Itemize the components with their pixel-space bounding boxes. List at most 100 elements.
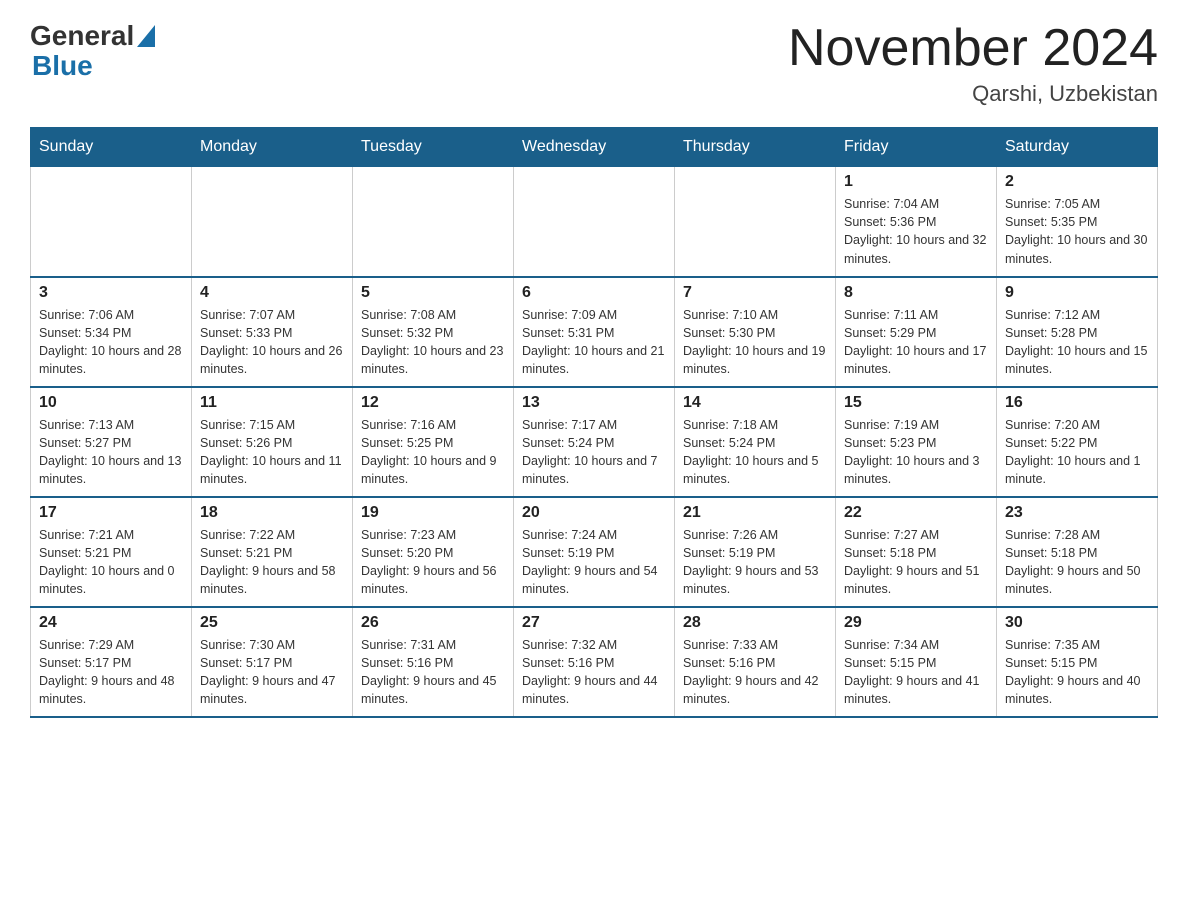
table-row: 9 Sunrise: 7:12 AMSunset: 5:28 PMDaylight… [997, 277, 1158, 387]
table-row: 5 Sunrise: 7:08 AMSunset: 5:32 PMDaylight… [353, 277, 514, 387]
day-number: 11 [200, 394, 344, 412]
day-number: 24 [39, 614, 183, 632]
title-area: November 2024 Qarshi, Uzbekistan [788, 20, 1158, 107]
day-info: Sunrise: 7:11 AMSunset: 5:29 PMDaylight:… [844, 306, 988, 379]
day-info: Sunrise: 7:17 AMSunset: 5:24 PMDaylight:… [522, 416, 666, 489]
calendar-week-row: 24Sunrise: 7:29 AMSunset: 5:17 PMDayligh… [31, 607, 1158, 717]
table-row [31, 167, 192, 277]
day-info: Sunrise: 7:27 AMSunset: 5:18 PMDaylight:… [844, 526, 988, 599]
day-info: Sunrise: 7:21 AMSunset: 5:21 PMDaylight:… [39, 526, 183, 599]
page-header: General Blue November 2024 Qarshi, Uzbek… [30, 20, 1158, 107]
table-row: 13Sunrise: 7:17 AMSunset: 5:24 PMDayligh… [514, 387, 675, 497]
day-info: Sunrise: 7:15 AMSunset: 5:26 PMDaylight:… [200, 416, 344, 489]
day-number: 17 [39, 504, 183, 522]
day-number: 19 [361, 504, 505, 522]
calendar-week-row: 3Sunrise: 7:06 AMSunset: 5:34 PMDaylight… [31, 277, 1158, 387]
day-number: 6 [522, 284, 666, 302]
calendar-header-row: Sunday Monday Tuesday Wednesday Thursday… [31, 128, 1158, 167]
day-number: 14 [683, 394, 827, 412]
day-number: 15 [844, 394, 988, 412]
day-number: 10 [39, 394, 183, 412]
day-info: Sunrise: 7:33 AMSunset: 5:16 PMDaylight:… [683, 636, 827, 709]
table-row: 8 Sunrise: 7:11 AMSunset: 5:29 PMDaylight… [836, 277, 997, 387]
day-info: Sunrise: 7:08 AMSunset: 5:32 PMDaylight:… [361, 306, 505, 379]
day-number: 4 [200, 284, 344, 302]
day-info: Sunrise: 7:05 AMSunset: 5:35 PMDaylight:… [1005, 195, 1149, 268]
table-row: 28 Sunrise: 7:33 AMSunset: 5:16 PMDayligh… [675, 607, 836, 717]
calendar-week-row: 1Sunrise: 7:04 AMSunset: 5:36 PMDaylight… [31, 167, 1158, 277]
table-row: 24Sunrise: 7:29 AMSunset: 5:17 PMDayligh… [31, 607, 192, 717]
day-info: Sunrise: 7:26 AMSunset: 5:19 PMDaylight:… [683, 526, 827, 599]
col-monday: Monday [192, 128, 353, 167]
day-info: Sunrise: 7:24 AMSunset: 5:19 PMDaylight:… [522, 526, 666, 599]
logo-general-text: General [30, 20, 134, 52]
table-row: 29 Sunrise: 7:34 AMSunset: 5:15 PMDayligh… [836, 607, 997, 717]
day-number: 5 [361, 284, 505, 302]
table-row: 1Sunrise: 7:04 AMSunset: 5:36 PMDaylight… [836, 167, 997, 277]
day-info: Sunrise: 7:23 AMSunset: 5:20 PMDaylight:… [361, 526, 505, 599]
day-number: 8 [844, 284, 988, 302]
table-row: 23Sunrise: 7:28 AMSunset: 5:18 PMDayligh… [997, 497, 1158, 607]
day-info: Sunrise: 7:06 AMSunset: 5:34 PMDaylight:… [39, 306, 183, 379]
day-info: Sunrise: 7:31 AMSunset: 5:16 PMDaylight:… [361, 636, 505, 709]
day-number: 28 [683, 614, 827, 632]
col-tuesday: Tuesday [353, 128, 514, 167]
table-row: 6 Sunrise: 7:09 AMSunset: 5:31 PMDaylight… [514, 277, 675, 387]
day-info: Sunrise: 7:19 AMSunset: 5:23 PMDaylight:… [844, 416, 988, 489]
day-number: 22 [844, 504, 988, 522]
day-number: 7 [683, 284, 827, 302]
day-info: Sunrise: 7:18 AMSunset: 5:24 PMDaylight:… [683, 416, 827, 489]
col-thursday: Thursday [675, 128, 836, 167]
day-info: Sunrise: 7:28 AMSunset: 5:18 PMDaylight:… [1005, 526, 1149, 599]
calendar-title: November 2024 [788, 20, 1158, 77]
day-number: 27 [522, 614, 666, 632]
table-row: 20Sunrise: 7:24 AMSunset: 5:19 PMDayligh… [514, 497, 675, 607]
table-row: 12Sunrise: 7:16 AMSunset: 5:25 PMDayligh… [353, 387, 514, 497]
day-number: 18 [200, 504, 344, 522]
table-row: 26 Sunrise: 7:31 AMSunset: 5:16 PMDayligh… [353, 607, 514, 717]
table-row: 21Sunrise: 7:26 AMSunset: 5:19 PMDayligh… [675, 497, 836, 607]
day-number: 30 [1005, 614, 1149, 632]
logo-blue-text: Blue [32, 52, 93, 80]
calendar-subtitle: Qarshi, Uzbekistan [788, 81, 1158, 107]
day-number: 29 [844, 614, 988, 632]
day-info: Sunrise: 7:07 AMSunset: 5:33 PMDaylight:… [200, 306, 344, 379]
table-row: 30 Sunrise: 7:35 AMSunset: 5:15 PMDayligh… [997, 607, 1158, 717]
table-row: 14 Sunrise: 7:18 AMSunset: 5:24 PMDayligh… [675, 387, 836, 497]
table-row: 7 Sunrise: 7:10 AMSunset: 5:30 PMDaylight… [675, 277, 836, 387]
day-info: Sunrise: 7:22 AMSunset: 5:21 PMDaylight:… [200, 526, 344, 599]
table-row: 10 Sunrise: 7:13 AMSunset: 5:27 PMDayligh… [31, 387, 192, 497]
day-info: Sunrise: 7:35 AMSunset: 5:15 PMDaylight:… [1005, 636, 1149, 709]
table-row: 2Sunrise: 7:05 AMSunset: 5:35 PMDaylight… [997, 167, 1158, 277]
calendar-week-row: 17 Sunrise: 7:21 AMSunset: 5:21 PMDayligh… [31, 497, 1158, 607]
table-row: 3Sunrise: 7:06 AMSunset: 5:34 PMDaylight… [31, 277, 192, 387]
col-wednesday: Wednesday [514, 128, 675, 167]
day-info: Sunrise: 7:32 AMSunset: 5:16 PMDaylight:… [522, 636, 666, 709]
table-row: 17 Sunrise: 7:21 AMSunset: 5:21 PMDayligh… [31, 497, 192, 607]
table-row: 25 Sunrise: 7:30 AMSunset: 5:17 PMDayligh… [192, 607, 353, 717]
day-info: Sunrise: 7:09 AMSunset: 5:31 PMDaylight:… [522, 306, 666, 379]
day-info: Sunrise: 7:20 AMSunset: 5:22 PMDaylight:… [1005, 416, 1149, 489]
day-info: Sunrise: 7:30 AMSunset: 5:17 PMDaylight:… [200, 636, 344, 709]
table-row [514, 167, 675, 277]
calendar-week-row: 10 Sunrise: 7:13 AMSunset: 5:27 PMDayligh… [31, 387, 1158, 497]
day-number: 12 [361, 394, 505, 412]
day-number: 25 [200, 614, 344, 632]
table-row [192, 167, 353, 277]
table-row: 16Sunrise: 7:20 AMSunset: 5:22 PMDayligh… [997, 387, 1158, 497]
day-info: Sunrise: 7:10 AMSunset: 5:30 PMDaylight:… [683, 306, 827, 379]
col-sunday: Sunday [31, 128, 192, 167]
day-number: 26 [361, 614, 505, 632]
col-saturday: Saturday [997, 128, 1158, 167]
table-row [675, 167, 836, 277]
col-friday: Friday [836, 128, 997, 167]
table-row: 27 Sunrise: 7:32 AMSunset: 5:16 PMDayligh… [514, 607, 675, 717]
day-number: 9 [1005, 284, 1149, 302]
day-info: Sunrise: 7:13 AMSunset: 5:27 PMDaylight:… [39, 416, 183, 489]
day-info: Sunrise: 7:12 AMSunset: 5:28 PMDaylight:… [1005, 306, 1149, 379]
day-info: Sunrise: 7:04 AMSunset: 5:36 PMDaylight:… [844, 195, 988, 268]
table-row: 11 Sunrise: 7:15 AMSunset: 5:26 PMDayligh… [192, 387, 353, 497]
table-row: 22 Sunrise: 7:27 AMSunset: 5:18 PMDayligh… [836, 497, 997, 607]
day-info: Sunrise: 7:34 AMSunset: 5:15 PMDaylight:… [844, 636, 988, 709]
table-row: 18 Sunrise: 7:22 AMSunset: 5:21 PMDayligh… [192, 497, 353, 607]
